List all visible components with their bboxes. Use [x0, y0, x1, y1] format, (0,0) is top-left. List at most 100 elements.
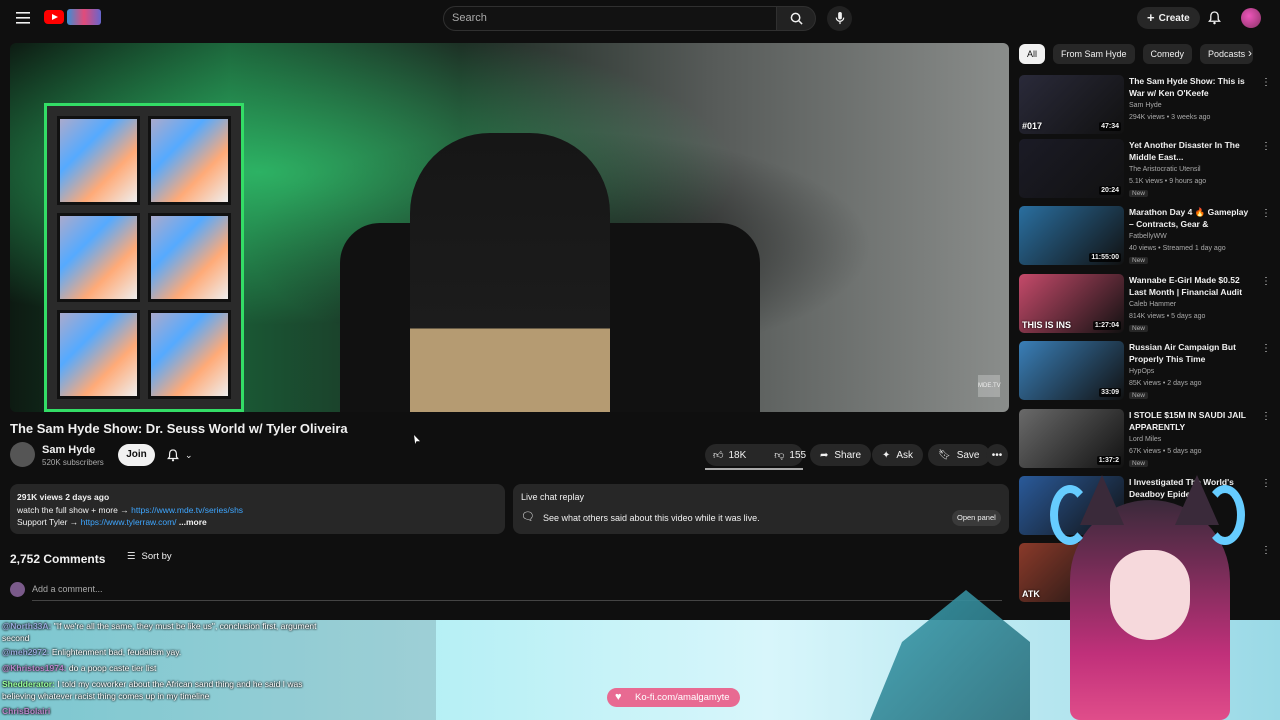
channel-name[interactable]: Lord Miles — [1129, 436, 1161, 443]
youtube-logo[interactable] — [44, 9, 101, 25]
subscriber-count: 520K subscribers — [42, 458, 104, 467]
chip-podcasts[interactable]: Podcasts — [1200, 44, 1254, 64]
join-button[interactable]: Join — [118, 444, 155, 466]
more-vertical-icon[interactable]: ⋮ — [1261, 141, 1271, 152]
save-label: Save — [956, 449, 980, 461]
dislike-button[interactable]: 👎︎ 155 — [766, 444, 814, 466]
channel-name[interactable]: Caleb Hammer — [1129, 301, 1176, 308]
bookmark-icon: 🔖︎ — [938, 449, 951, 461]
thumbnail-label: #017 — [1022, 121, 1043, 131]
description-line-2: Support Tyler → https://www.tylerraw.com… — [17, 517, 207, 527]
dislike-count: 155 — [789, 449, 807, 461]
video-thumbnail[interactable]: 11:55:00 — [1019, 206, 1124, 265]
search-button[interactable] — [776, 6, 816, 31]
comments-count: 2,752 Comments — [10, 552, 106, 566]
subscription-bell-button[interactable]: ⌄ — [163, 444, 205, 466]
video-thumbnail[interactable]: 20:24 — [1019, 139, 1124, 198]
chevron-down-icon: ⌄ — [185, 449, 193, 460]
chat-message: @Khristos1974: do a poop caste tier list — [2, 663, 157, 673]
video-title[interactable]: Yet Another Disaster In The Middle East.… — [1129, 139, 1251, 163]
more-vertical-icon[interactable]: ⋮ — [1261, 77, 1271, 88]
mde-link[interactable]: https://www.mde.tv/series/shs — [131, 505, 243, 515]
chevron-right-icon[interactable]: › — [1248, 46, 1252, 60]
video-thumbnail[interactable]: THIS IS INS 1:27:04 — [1019, 274, 1124, 333]
new-badge: New — [1129, 257, 1149, 264]
video-duration: 33:09 — [1099, 388, 1121, 397]
live-chat-replay-panel: Live chat replay 🗨︎ See what others said… — [513, 484, 1009, 534]
video-thumbnail[interactable]: 33:09 — [1019, 341, 1124, 400]
ask-button[interactable]: ✦ Ask — [872, 444, 924, 466]
recommended-video[interactable]: 20:24 Yet Another Disaster In The Middle… — [1019, 139, 1271, 201]
tv-stack-image — [44, 103, 244, 412]
video-title[interactable]: Russian Air Campaign But Properly This T… — [1129, 341, 1251, 365]
recommended-video[interactable]: #017 47:34 The Sam Hyde Show: This is Wa… — [1019, 75, 1271, 137]
recommended-video[interactable]: 33:09 Russian Air Campaign But Properly … — [1019, 341, 1271, 403]
menu-icon[interactable] — [14, 10, 32, 26]
channel-avatar[interactable] — [10, 442, 35, 467]
recommended-video[interactable]: 11:55:00 Marathon Day 4 🔥 Gameplay – Con… — [1019, 206, 1271, 268]
chip-from-sam-hyde[interactable]: From Sam Hyde — [1053, 44, 1135, 64]
search-icon — [790, 12, 803, 25]
video-title[interactable]: The Sam Hyde Show: This is War w/ Ken O'… — [1129, 75, 1251, 99]
channel-name[interactable]: FatbellyWW — [1129, 233, 1167, 240]
host-image — [410, 133, 610, 412]
sparkle-icon: ✦ — [882, 449, 891, 461]
thumbs-down-icon: 👎︎ — [774, 450, 785, 461]
kofi-link-banner: Ko-fi.com/amalgamyte — [607, 688, 740, 707]
video-player[interactable]: MDE.TV — [10, 43, 1009, 412]
ask-label: Ask — [896, 449, 914, 461]
more-vertical-icon[interactable]: ⋮ — [1261, 411, 1271, 422]
like-count: 18K — [728, 449, 747, 461]
channel-name[interactable]: The Aristocratic Utensil — [1129, 166, 1201, 173]
channel-name[interactable]: Sam Hyde — [42, 444, 95, 456]
create-label: Create — [1158, 12, 1190, 24]
search-input[interactable]: Search — [443, 6, 777, 31]
chip-comedy[interactable]: Comedy — [1142, 44, 1193, 64]
create-button[interactable]: + Create — [1137, 7, 1200, 29]
share-button[interactable]: ➦ Share — [810, 444, 872, 466]
video-duration: 1:27:04 — [1092, 321, 1121, 330]
more-horizontal-icon: ••• — [991, 449, 1003, 461]
open-panel-button[interactable]: Open panel — [952, 510, 1001, 526]
notifications-button[interactable] — [1205, 10, 1223, 26]
more-button[interactable]: ...more — [179, 517, 207, 527]
chat-message-continued: believing whatever racist thing comes up… — [2, 691, 210, 701]
thumbnail-label: THIS IS INS — [1022, 320, 1072, 330]
more-actions-button[interactable]: ••• — [986, 444, 1008, 466]
thumbs-up-icon: 👍︎ — [713, 450, 724, 461]
video-title[interactable]: Wannabe E-Girl Made $0.52 Last Month | F… — [1129, 274, 1251, 298]
channel-watermark: MDE.TV — [978, 375, 1001, 397]
sort-by-label: Sort by — [141, 551, 172, 562]
chat-message: @meh2972: Enlightenment bad, feudalism y… — [2, 647, 182, 657]
tylerraw-link[interactable]: https://www.tylerraw.com/ — [81, 517, 177, 527]
mouse-cursor-icon — [414, 435, 420, 444]
more-vertical-icon[interactable]: ⋮ — [1261, 208, 1271, 219]
video-stats: 40 views • Streamed 1 day ago — [1129, 245, 1226, 252]
more-vertical-icon[interactable]: ⋮ — [1261, 276, 1271, 287]
view-date-meta: 291K views 2 days ago — [17, 492, 110, 502]
chat-message: @North33A: "If we're all the same, they … — [2, 621, 317, 631]
video-thumbnail[interactable]: #017 47:34 — [1019, 75, 1124, 134]
chat-bubble-icon: 🗨︎ — [521, 511, 535, 523]
new-badge: New — [1129, 392, 1149, 399]
recommended-video[interactable]: THIS IS INS 1:27:04 Wannabe E-Girl Made … — [1019, 274, 1271, 336]
channel-name[interactable]: Sam Hyde — [1129, 102, 1162, 109]
channel-name[interactable]: HypOps — [1129, 368, 1154, 375]
more-vertical-icon[interactable]: ⋮ — [1261, 343, 1271, 354]
new-badge: New — [1129, 190, 1149, 197]
video-title[interactable]: Marathon Day 4 🔥 Gameplay – Contracts, G… — [1129, 206, 1251, 230]
description-box[interactable]: 291K views 2 days ago watch the full sho… — [10, 484, 505, 534]
add-comment-input[interactable]: Add a comment... — [32, 584, 1002, 601]
account-avatar[interactable] — [1241, 8, 1261, 28]
like-button[interactable]: 👍︎ 18K — [705, 444, 754, 466]
save-button[interactable]: 🔖︎ Save — [928, 444, 990, 466]
like-dislike-group: 👍︎ 18K 👎︎ 155 — [705, 444, 806, 466]
chat-message-continued: second — [2, 633, 30, 643]
video-stats: 67K views • 5 days ago — [1129, 448, 1202, 455]
chip-all[interactable]: All — [1019, 44, 1046, 64]
voice-search-button[interactable] — [827, 6, 852, 31]
chat-message: Shedderator: I told my coworker about th… — [2, 679, 303, 689]
sort-by-button[interactable]: ☰ Sort by — [127, 551, 172, 562]
video-title[interactable]: I STOLE $15M IN SAUDI JAIL APPARENTLY — [1129, 409, 1251, 433]
like-ratio-bar — [705, 468, 803, 470]
